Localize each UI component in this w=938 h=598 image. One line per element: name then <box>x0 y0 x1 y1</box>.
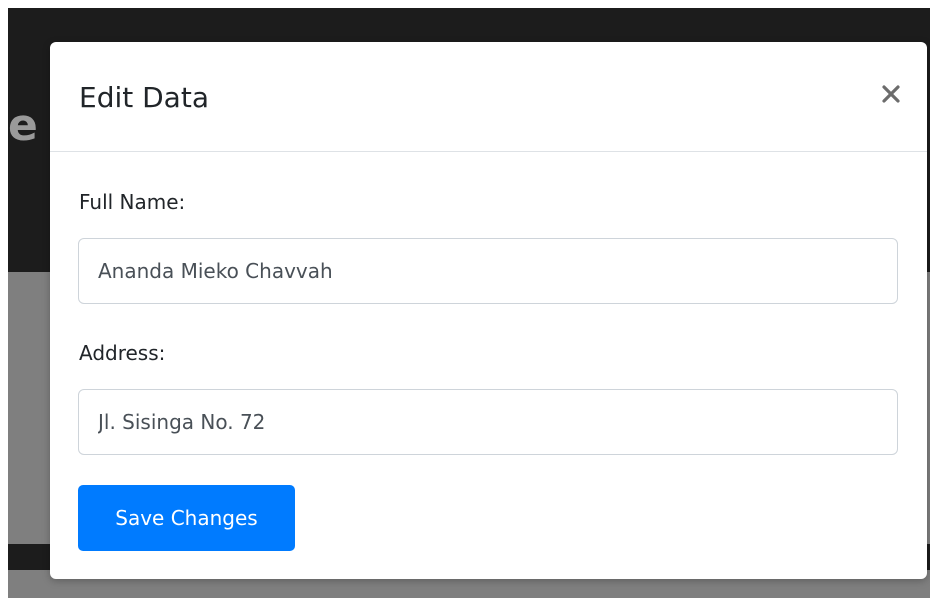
address-label: Address: <box>79 341 166 365</box>
close-icon <box>882 85 900 103</box>
save-changes-button[interactable]: Save Changes <box>78 485 295 551</box>
close-button[interactable] <box>877 80 905 108</box>
modal-title: Edit Data <box>79 81 209 114</box>
modal-header: Edit Data <box>50 42 927 152</box>
edit-data-modal: Edit Data Full Name: Address: Save Chang… <box>50 42 927 579</box>
full-name-label: Full Name: <box>79 190 186 214</box>
full-name-input[interactable] <box>78 238 898 304</box>
address-input[interactable] <box>78 389 898 455</box>
page-heading: e <box>8 100 38 151</box>
page-backdrop: e Edit Data Full Name: Address: Save Cha… <box>8 8 930 598</box>
